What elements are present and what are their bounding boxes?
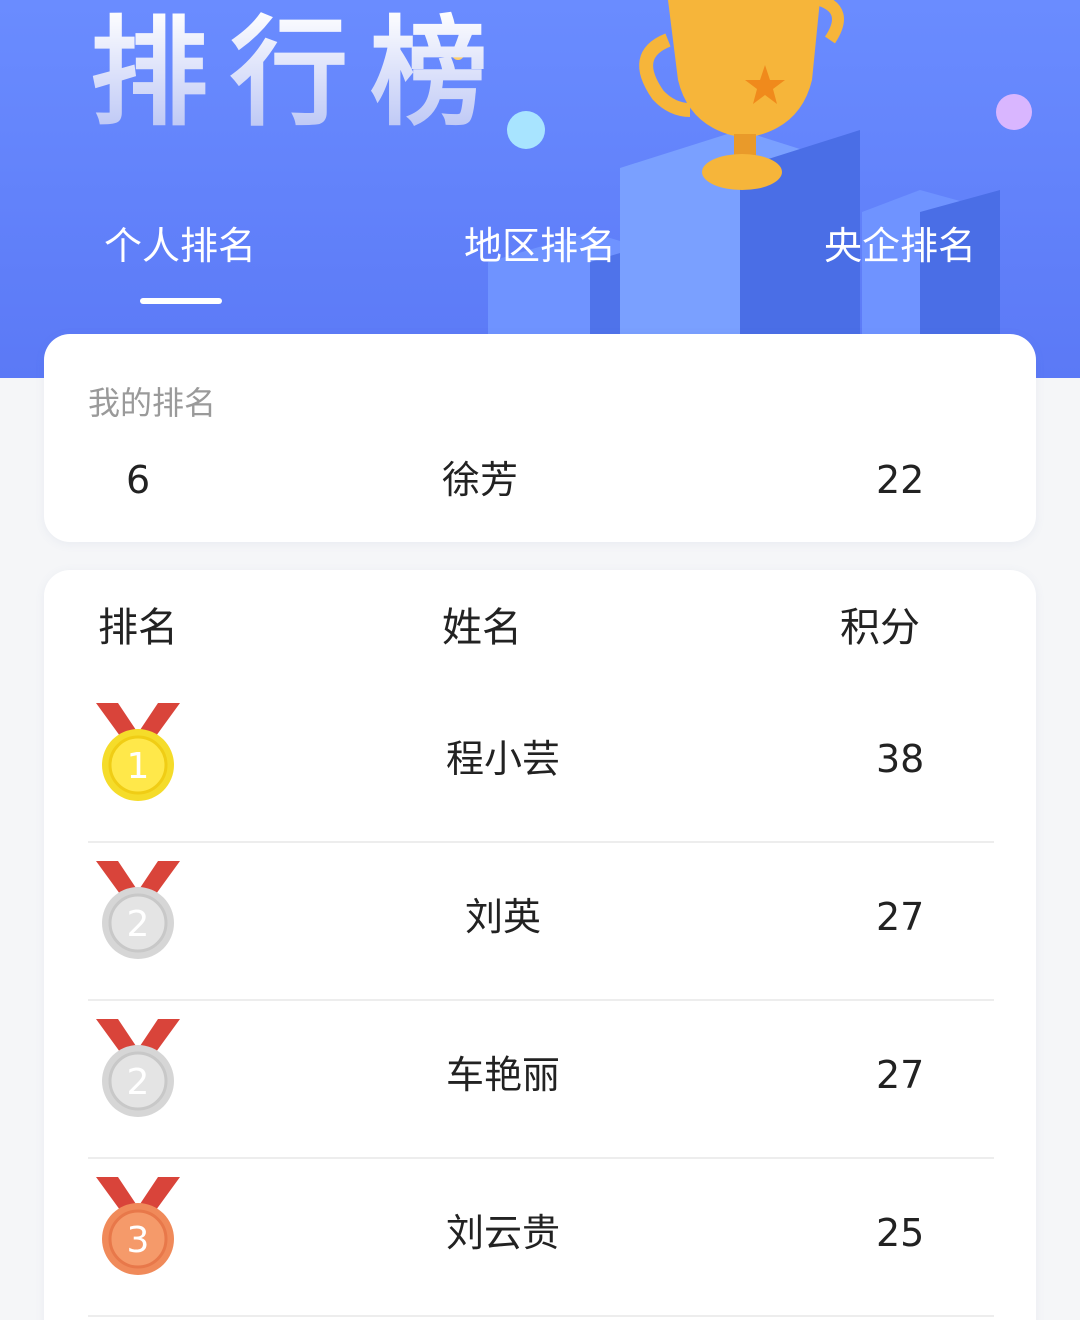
table-row[interactable]: 2 车艳丽 27 bbox=[88, 1001, 994, 1159]
row-name: 程小芸 bbox=[445, 737, 560, 781]
tab-region-ranking[interactable]: 地区排名 bbox=[420, 218, 660, 274]
row-score: 38 bbox=[876, 737, 925, 781]
column-header-name: 姓名 bbox=[442, 605, 522, 651]
medal-number: 2 bbox=[127, 904, 150, 945]
row-score: 27 bbox=[876, 895, 925, 939]
medal-number: 2 bbox=[127, 1062, 150, 1103]
silver-medal-icon: 2 bbox=[96, 861, 180, 959]
silver-medal-icon: 2 bbox=[96, 1019, 180, 1117]
my-rank-score: 22 bbox=[876, 458, 925, 502]
row-score: 27 bbox=[876, 1053, 925, 1097]
row-name: 刘云贵 bbox=[445, 1211, 560, 1255]
tab-personal-ranking[interactable]: 个人排名 bbox=[60, 218, 300, 274]
table-row[interactable]: 1 程小芸 38 bbox=[88, 685, 994, 843]
table-row[interactable]: 3 刘云贵 25 bbox=[88, 1159, 994, 1317]
my-rank-value: 6 bbox=[126, 458, 151, 502]
gold-medal-icon: 1 bbox=[96, 703, 180, 801]
ranking-tabs: 个人排名 地区排名 央企排名 bbox=[0, 218, 1080, 278]
row-score: 25 bbox=[876, 1211, 925, 1255]
medal-number: 1 bbox=[127, 746, 150, 787]
ranking-list-card: 排名 姓名 积分 1 程小芸 38 2 刘英 27 2 车艳丽 27 3 刘云贵… bbox=[44, 570, 1036, 1320]
tab-soe-ranking[interactable]: 央企排名 bbox=[780, 218, 1020, 274]
header-banner: 排行榜 个人排名 地区排名 央企排名 bbox=[0, 0, 1080, 378]
active-tab-indicator bbox=[140, 298, 222, 304]
row-name: 刘英 bbox=[464, 895, 541, 939]
bronze-medal-icon: 3 bbox=[96, 1177, 180, 1275]
table-row[interactable]: 2 刘英 27 bbox=[88, 843, 994, 1001]
page-title: 排行榜 bbox=[90, 4, 511, 142]
medal-number: 3 bbox=[127, 1220, 150, 1261]
column-header-score: 积分 bbox=[840, 605, 920, 651]
my-rank-card: 我的排名 6 徐芳 22 bbox=[44, 334, 1036, 542]
my-rank-label: 我的排名 bbox=[88, 384, 217, 422]
row-name: 车艳丽 bbox=[445, 1053, 560, 1097]
my-rank-name: 徐芳 bbox=[442, 458, 519, 502]
column-header-rank: 排名 bbox=[98, 605, 178, 651]
